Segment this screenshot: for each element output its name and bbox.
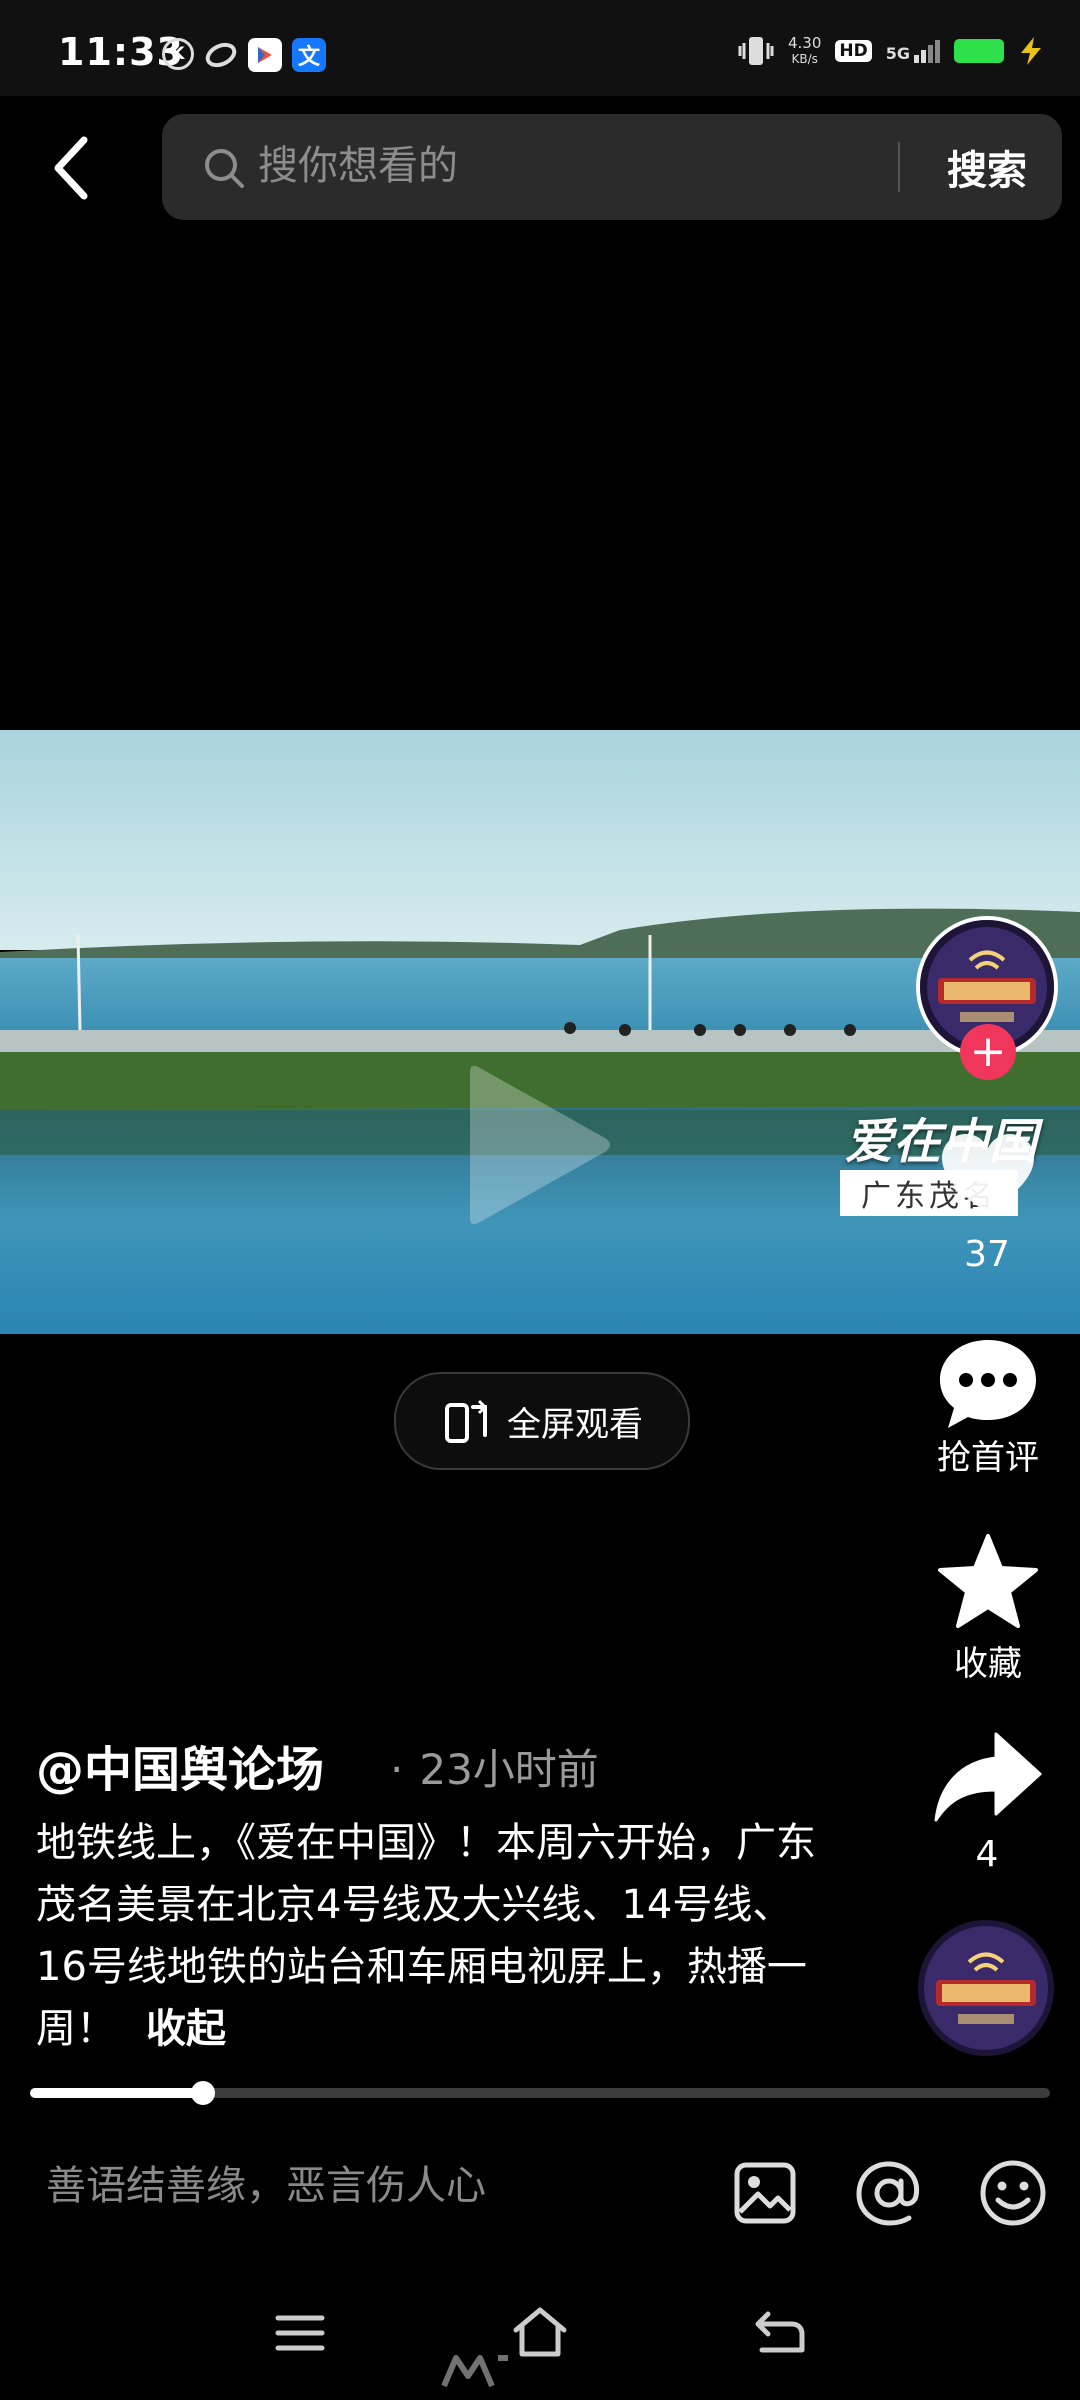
menu-icon: [275, 2315, 325, 2351]
site-watermark: [440, 2350, 512, 2390]
comment-input[interactable]: [46, 2154, 686, 2218]
mention-button[interactable]: [854, 2158, 924, 2228]
time-separator: ·: [390, 1745, 404, 1794]
network-speed: 4.30 KB/s: [788, 35, 821, 67]
swirl-icon: [204, 38, 238, 72]
like-count: 37: [964, 1234, 1010, 1275]
at-icon: [856, 2161, 920, 2226]
play-icon: [470, 1065, 610, 1225]
app-icon: [248, 38, 282, 72]
net-speed-value: 4.30: [787, 34, 822, 52]
heart-icon: [942, 1134, 1034, 1214]
star-icon: [938, 1534, 1038, 1628]
post-time: · 23小时前: [390, 1736, 599, 1797]
nav-home-button[interactable]: [510, 2304, 570, 2360]
follow-button[interactable]: +: [960, 1024, 1016, 1080]
share-arrow-icon: [934, 1732, 1042, 1822]
insert-image-button[interactable]: [732, 2160, 798, 2226]
post-caption: 地铁线上，《爱在中国》！本周六开始，广东茂名美景在北京4号线及大兴线、14号线、…: [36, 1812, 816, 2060]
search-input[interactable]: [258, 134, 1038, 198]
search-box: 搜索: [162, 114, 1062, 220]
emoji-button[interactable]: [978, 2158, 1048, 2228]
system-status-icons: 4.30 KB/s HD 5G: [738, 34, 1044, 68]
smiley-icon: [980, 2160, 1046, 2226]
comment-label: 抢首评: [937, 1438, 1039, 1478]
video-progress-bar[interactable]: [30, 2081, 1050, 2105]
return-icon: [755, 2311, 805, 2353]
nav-back-button[interactable]: [752, 2306, 808, 2358]
author-name[interactable]: @中国舆论场: [36, 1730, 324, 1800]
time-ago: 23小时前: [419, 1745, 599, 1794]
translate-icon: 文: [292, 38, 326, 72]
vibrate-icon: [738, 37, 774, 65]
comment-button[interactable]: [934, 1334, 1042, 1434]
progress-fill: [30, 2088, 204, 2098]
music-disc[interactable]: [918, 1920, 1054, 2056]
favorite-button[interactable]: [936, 1532, 1040, 1632]
watermark-logo: [441, 2355, 508, 2388]
hd-badge: HD: [835, 40, 872, 62]
comment-bubble-icon: [940, 1340, 1036, 1428]
share-count: 4: [975, 1834, 999, 1875]
music-disc-logo: [918, 1920, 1054, 2056]
home-icon: [513, 2307, 567, 2357]
signal-icon: 5G: [885, 39, 940, 63]
share-button[interactable]: [932, 1730, 1044, 1824]
battery-icon: [954, 39, 1004, 63]
favorite-label: 收藏: [954, 1644, 1022, 1684]
back-button[interactable]: [40, 126, 110, 210]
nav-menu-button[interactable]: [272, 2310, 328, 2356]
collapse-link[interactable]: 收起: [146, 2006, 226, 2052]
like-button[interactable]: [938, 1130, 1038, 1220]
play-button[interactable]: [460, 1060, 620, 1230]
k-icon: K: [162, 38, 194, 70]
rotate-screen-icon: [445, 1399, 488, 1443]
search-button[interactable]: 搜索: [932, 136, 1042, 198]
net-speed-unit: KB/s: [791, 52, 818, 66]
fullscreen-button[interactable]: 全屏观看: [394, 1372, 690, 1470]
progress-knob[interactable]: [191, 2081, 216, 2105]
notification-icons: K 文: [162, 38, 326, 72]
chevron-left-icon: [54, 136, 88, 200]
search-icon: [205, 149, 244, 188]
network-type: 5G: [885, 43, 910, 63]
charging-icon: [1021, 37, 1041, 65]
image-icon: [734, 2162, 796, 2224]
status-bar: 11:33 K 文 4.30 KB/s HD 5G: [0, 0, 1080, 96]
search-divider: [898, 142, 900, 192]
fullscreen-label: 全屏观看: [507, 1404, 643, 1445]
